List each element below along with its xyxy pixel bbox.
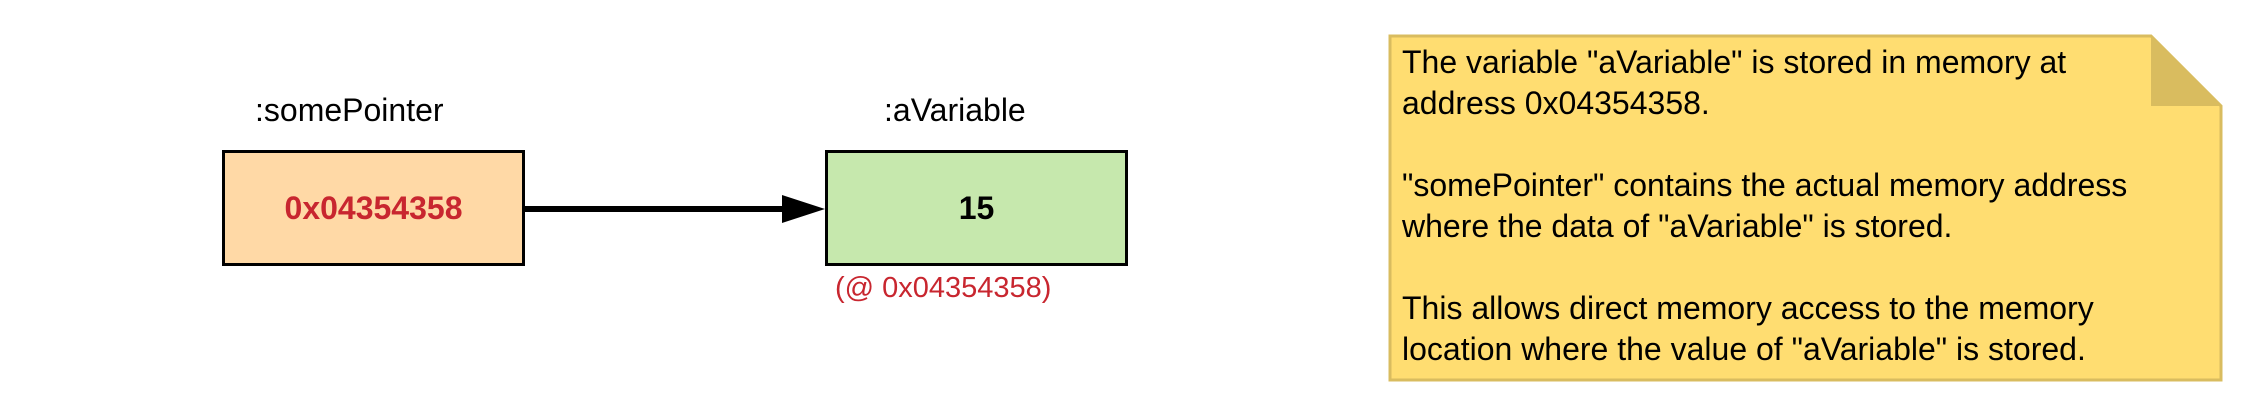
pointer-box: 0x04354358 — [222, 150, 525, 266]
note-paragraph: The variable "aVariable" is stored in me… — [1402, 44, 2067, 121]
variable-name-label: :aVariable — [884, 92, 1026, 128]
note-paragraph: "somePointer" contains the actual memory… — [1402, 167, 2128, 244]
pointer-value: 0x04354358 — [284, 189, 463, 226]
variable-box: 15 — [825, 150, 1128, 266]
note-text: The variable "aVariable" is stored in me… — [1402, 42, 2172, 370]
arrow-head — [782, 195, 825, 223]
pointer-name-label: :somePointer — [255, 92, 444, 128]
variable-value: 15 — [958, 189, 995, 226]
note-paragraph: This allows direct memory access to the … — [1402, 290, 2094, 367]
variable-address-caption: (@ 0x04354358) — [835, 272, 1052, 304]
